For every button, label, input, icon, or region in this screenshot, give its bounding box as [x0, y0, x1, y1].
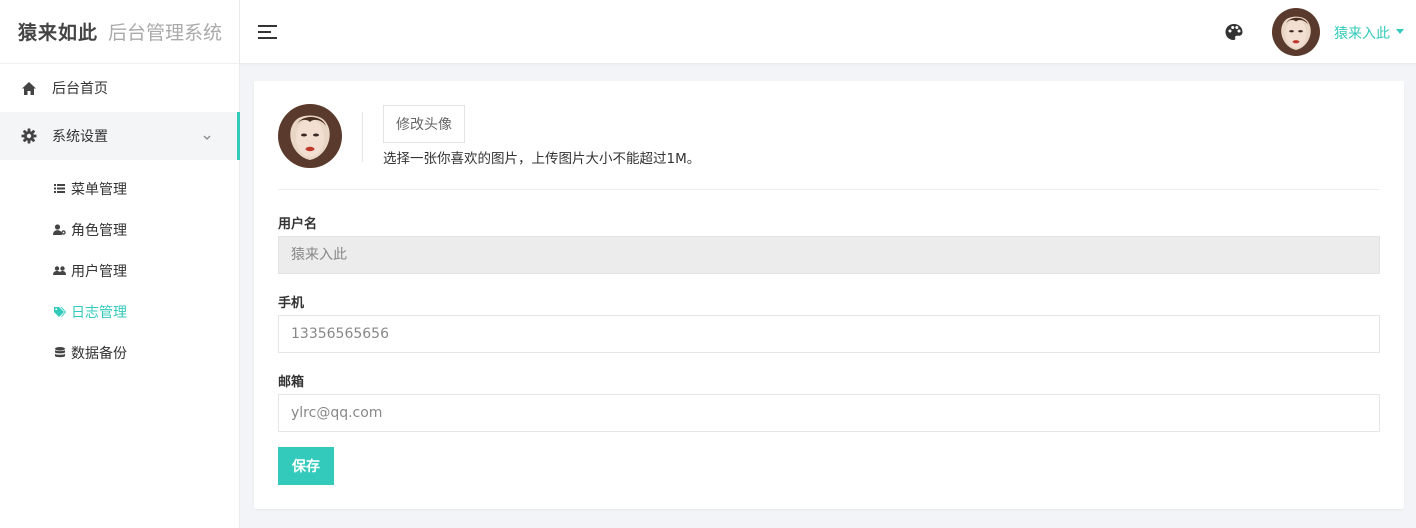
chevron-down-icon: [203, 129, 211, 145]
sidebar-item-users[interactable]: 用户管理: [0, 250, 239, 291]
divider: [362, 112, 363, 162]
profile-card: 修改头像 选择一张你喜欢的图片，上传图片大小不能超过1M。 用户名 猿来入此 手…: [254, 81, 1404, 509]
home-icon: [21, 80, 37, 96]
sidebar: 猿来如此 后台管理系统 后台首页 系统设置 菜单管理 角色管理 用户管理 日志管…: [0, 0, 240, 528]
save-button[interactable]: 保存: [278, 447, 334, 485]
gear-icon: [21, 128, 37, 144]
sidebar-item-role[interactable]: 角色管理: [0, 209, 239, 250]
topbar: 猿来入此: [240, 0, 1416, 64]
sidebar-item-menu[interactable]: 菜单管理: [0, 168, 239, 209]
avatar-hint: 选择一张你喜欢的图片，上传图片大小不能超过1M。: [383, 151, 701, 167]
user-name[interactable]: 猿来入此: [1334, 23, 1390, 43]
email-label: 邮箱: [278, 375, 305, 390]
database-icon: [53, 346, 66, 359]
email-field[interactable]: ylrc@qq.com: [278, 394, 1380, 432]
sidebar-item-backup[interactable]: 数据备份: [0, 332, 239, 373]
palette-icon[interactable]: [1224, 22, 1244, 42]
username-label: 用户名: [278, 217, 318, 232]
submenu-settings: 菜单管理 角色管理 用户管理 日志管理 数据备份: [0, 160, 239, 373]
phone-label: 手机: [278, 296, 305, 311]
brand[interactable]: 猿来如此 后台管理系统: [0, 0, 239, 64]
sidebar-item-logs[interactable]: 日志管理: [0, 291, 239, 332]
avatar-section: 修改头像 选择一张你喜欢的图片，上传图片大小不能超过1M。: [278, 104, 1380, 190]
users-icon: [53, 264, 66, 277]
sidebar-item-label: 菜单管理: [71, 181, 127, 198]
brand-subtitle: 后台管理系统: [108, 22, 223, 44]
caret-down-icon[interactable]: [1396, 29, 1404, 34]
sidebar-item-label: 后台首页: [52, 81, 108, 97]
sidebar-item-label: 用户管理: [71, 263, 127, 280]
tags-icon: [53, 305, 66, 318]
menu-toggle-icon[interactable]: [257, 22, 279, 42]
list-icon: [53, 182, 66, 195]
profile-avatar: [278, 104, 342, 168]
sidebar-item-label: 日志管理: [71, 304, 127, 321]
sidebar-item-settings[interactable]: 系统设置: [0, 112, 240, 160]
user-avatar[interactable]: [1272, 8, 1320, 56]
user-cog-icon: [53, 223, 66, 236]
username-field: 猿来入此: [278, 236, 1380, 274]
sidebar-item-label: 角色管理: [71, 222, 127, 239]
sidebar-item-home[interactable]: 后台首页: [0, 64, 239, 112]
phone-field[interactable]: 13356565656: [278, 315, 1380, 353]
brand-logo: 猿来如此: [18, 22, 99, 44]
change-avatar-button[interactable]: 修改头像: [383, 105, 465, 143]
sidebar-item-label: 系统设置: [52, 129, 108, 145]
sidebar-item-label: 数据备份: [71, 345, 127, 362]
